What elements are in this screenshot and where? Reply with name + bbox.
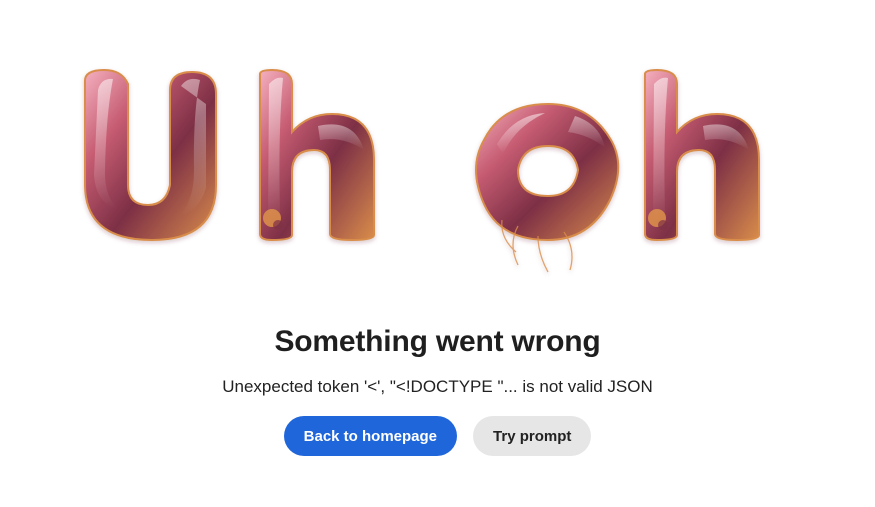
- error-message: Unexpected token '<', "<!DOCTYPE "... is…: [222, 377, 653, 396]
- balloon-letters-svg: [83, 68, 760, 273]
- error-title: Something went wrong: [274, 325, 601, 358]
- try-prompt-button[interactable]: Try prompt: [473, 416, 592, 456]
- balloon-letter-h-1: [259, 68, 375, 242]
- back-to-homepage-button[interactable]: Back to homepage: [283, 416, 458, 456]
- balloon-letter-o: [475, 102, 620, 273]
- balloon-letter-u: [83, 68, 217, 242]
- error-actions: Back to homepage Try prompt: [0, 416, 875, 456]
- uh-oh-illustration: [70, 60, 800, 290]
- balloon-letter-h-2: [644, 68, 760, 242]
- error-content: Something went wrong Unexpected token '<…: [0, 322, 875, 456]
